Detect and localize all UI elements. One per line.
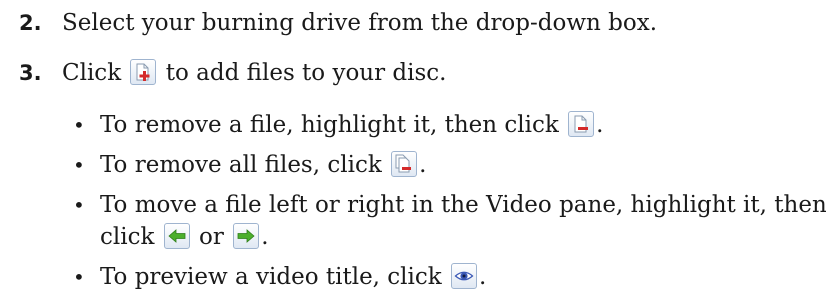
move-left-icon bbox=[163, 223, 190, 249]
bullet-text-middle: or bbox=[199, 224, 224, 250]
document-page: 2. Select your burning drive from the dr… bbox=[0, 0, 826, 301]
bullet-text-before: To preview a video title, click bbox=[100, 264, 442, 290]
bullet-marker: • bbox=[73, 265, 85, 289]
bullet-text-after: . bbox=[479, 264, 487, 290]
preview-eye-icon bbox=[451, 263, 478, 289]
bullet-text-after: . bbox=[419, 152, 427, 178]
bullet-marker: • bbox=[73, 113, 85, 137]
bullet-text: To preview a video title, click . bbox=[100, 262, 486, 292]
bullet-text-line-1: To move a file left or right in the Vide… bbox=[100, 192, 826, 218]
bullet-text-before: click bbox=[100, 224, 155, 250]
bullet-text-before: To remove a file, highlight it, then cli… bbox=[100, 112, 559, 138]
bullet-text-after: . bbox=[261, 224, 269, 250]
bullet-marker: • bbox=[73, 193, 85, 217]
move-right-icon bbox=[233, 223, 260, 249]
remove-file-icon bbox=[568, 111, 595, 137]
step-text-line: Click to add files to your disc. bbox=[62, 58, 447, 88]
step-number: 2. bbox=[19, 11, 42, 35]
bullet-text: To remove all files, click . bbox=[100, 150, 426, 180]
remove-all-files-icon bbox=[391, 151, 418, 177]
step-number: 3. bbox=[19, 61, 42, 85]
bullet-text-line-2: click or . bbox=[100, 222, 269, 252]
step-text-after: to add files to your disc. bbox=[165, 60, 447, 86]
bullet-text-before: To remove all files, click bbox=[100, 152, 382, 178]
step-text: Select your burning drive from the drop-… bbox=[62, 10, 658, 36]
bullet-text: To remove a file, highlight it, then cli… bbox=[100, 110, 603, 140]
add-file-icon bbox=[130, 59, 157, 85]
step-text-before: Click bbox=[62, 60, 122, 86]
bullet-text-after: . bbox=[596, 112, 604, 138]
bullet-marker: • bbox=[73, 153, 85, 177]
